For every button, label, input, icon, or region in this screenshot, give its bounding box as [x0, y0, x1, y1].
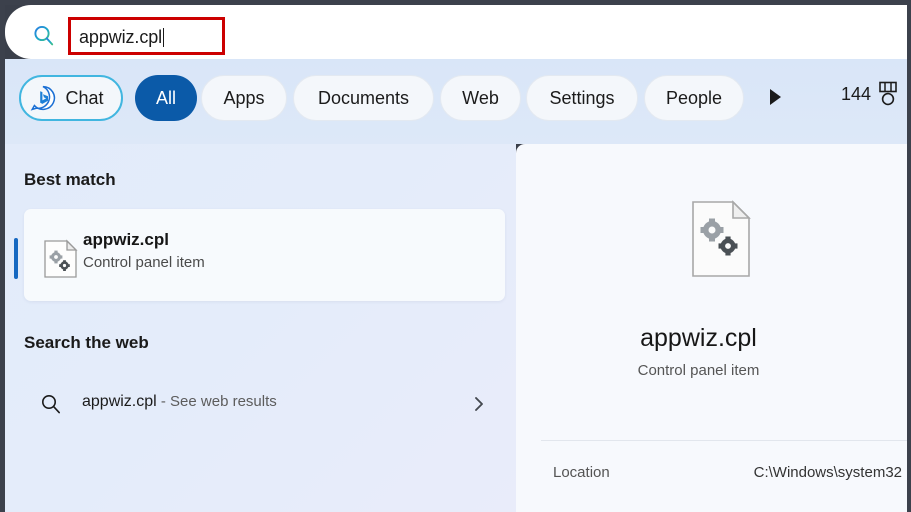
tab-documents[interactable]: Documents	[293, 75, 434, 121]
tab-settings-label: Settings	[549, 87, 615, 108]
results-pane: Best match appwiz.cpl Control panel item…	[5, 144, 516, 512]
filter-tab-row: Chat All Apps Documents Web Settings Peo…	[5, 59, 907, 144]
control-panel-file-icon	[42, 239, 80, 279]
detail-pane: appwiz.cpl Control panel item Location C…	[516, 144, 907, 512]
tab-people-label: People	[665, 87, 723, 108]
detail-row-label-location: Location	[553, 464, 610, 481]
search-the-web-heading: Search the web	[24, 333, 149, 352]
tab-apps[interactable]: Apps	[201, 75, 287, 121]
windows-search-panel: appwiz.cpl Chat All Apps Documents Web S…	[0, 0, 911, 512]
tab-web-label: Web	[462, 87, 499, 108]
triangle-right-icon[interactable]	[770, 89, 781, 105]
text-caret	[163, 28, 165, 47]
tab-settings[interactable]: Settings	[526, 75, 638, 121]
best-match-subtitle: Control panel item	[83, 254, 205, 271]
tab-web[interactable]: Web	[440, 75, 521, 121]
rewards-medal-icon	[877, 81, 899, 107]
selection-indicator	[14, 238, 18, 279]
window-frame-left	[0, 0, 5, 512]
tab-chat[interactable]: Chat	[19, 75, 123, 121]
control-panel-file-icon-large	[689, 200, 753, 278]
tab-apps-label: Apps	[223, 87, 265, 108]
best-match-title: appwiz.cpl	[83, 230, 169, 249]
tab-all-label: All	[155, 87, 176, 108]
web-result-suffix: - See web results	[156, 393, 277, 410]
search-icon	[32, 24, 56, 48]
tab-documents-label: Documents	[317, 87, 410, 108]
tab-all[interactable]: All	[135, 75, 197, 121]
web-result-query: appwiz.cpl	[82, 393, 157, 410]
chevron-right-icon[interactable]	[471, 394, 487, 414]
web-result-item[interactable]: appwiz.cpl - See web results	[24, 379, 505, 429]
magnifier-icon	[40, 393, 62, 415]
tab-people[interactable]: People	[644, 75, 744, 121]
window-frame-right	[907, 0, 911, 512]
detail-title: appwiz.cpl	[640, 324, 757, 352]
tab-chat-label: Chat	[65, 87, 104, 108]
bing-chat-icon	[30, 85, 56, 111]
search-bar: appwiz.cpl	[5, 5, 907, 59]
web-result-label: appwiz.cpl - See web results	[82, 393, 277, 411]
rewards-indicator[interactable]: 144	[841, 81, 899, 107]
detail-subtitle: Control panel item	[637, 362, 760, 379]
detail-divider	[541, 440, 907, 441]
search-input[interactable]: appwiz.cpl	[68, 17, 225, 55]
window-frame-top	[0, 0, 911, 5]
detail-row-value-location: C:\Windows\system32	[753, 464, 902, 481]
best-match-heading: Best match	[24, 170, 116, 189]
search-input-value: appwiz.cpl	[79, 27, 163, 47]
rewards-points: 144	[841, 83, 872, 104]
